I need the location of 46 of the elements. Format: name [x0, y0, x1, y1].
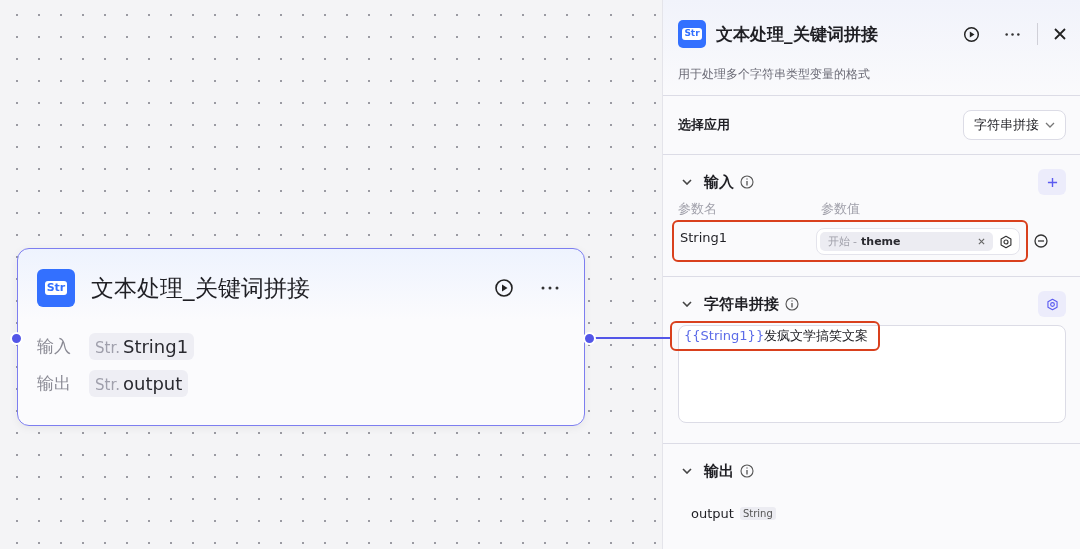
- value-field[interactable]: 开始 - theme: [815, 228, 1020, 255]
- app-select[interactable]: 字符串拼接: [963, 110, 1066, 140]
- outputs-label: 输出: [37, 372, 72, 395]
- output-name: output: [691, 506, 734, 521]
- type-label: Str.: [95, 376, 120, 394]
- plus-icon: [1046, 176, 1058, 188]
- node-title: 文本处理_关键词拼接: [91, 273, 310, 303]
- info-icon: [785, 297, 799, 311]
- chevron-icon[interactable]: [682, 301, 692, 307]
- inputs-label: 输入: [37, 335, 72, 358]
- chevron-icon[interactable]: [682, 179, 692, 185]
- settings-button[interactable]: [1038, 291, 1066, 317]
- parameter-name: String1: [680, 230, 729, 245]
- more-icon[interactable]: [540, 285, 560, 291]
- node-card[interactable]: Str 文本处理_关键词拼接 输入 Str. String1 输出 Str. output: [17, 248, 585, 426]
- template-text: {{String1}}发疯文学搞笑文案: [670, 321, 881, 351]
- remove-icon[interactable]: [1034, 234, 1048, 248]
- play-icon[interactable]: [963, 25, 980, 43]
- chevron-icon[interactable]: [682, 468, 692, 474]
- plugin-icon: Str: [678, 20, 706, 48]
- more-icon[interactable]: [1004, 31, 1021, 37]
- section-title: 输出: [704, 461, 734, 481]
- variable-name: output: [122, 373, 183, 394]
- info-icon: [740, 464, 754, 478]
- variable-name: theme: [861, 235, 901, 248]
- add-button[interactable]: [1038, 169, 1066, 195]
- info-icon: [740, 175, 754, 189]
- type-label: Str.: [95, 339, 120, 357]
- column-header: 参数名: [678, 200, 718, 218]
- column-header: 参数值: [821, 200, 860, 218]
- settings-icon[interactable]: [999, 234, 1013, 249]
- variable-name: String1: [122, 336, 189, 357]
- section-title: 输入: [704, 172, 734, 192]
- source-label: 开始 -: [827, 234, 858, 249]
- output-port[interactable]: [583, 332, 596, 345]
- type-tag: String: [739, 507, 776, 520]
- close-icon[interactable]: [1054, 28, 1066, 40]
- chevron-down-icon: [1045, 122, 1055, 128]
- clear-icon[interactable]: [978, 238, 985, 245]
- plugin-icon: Str: [37, 269, 75, 307]
- panel-title: 文本处理_关键词拼接: [716, 22, 878, 46]
- settings-icon: [1045, 297, 1059, 311]
- field-label: 选择应用: [678, 116, 730, 134]
- section-title: 字符串拼接: [704, 294, 779, 314]
- panel-description: 用于处理多个字符串类型变量的格式: [678, 66, 871, 83]
- play-icon[interactable]: [494, 278, 514, 298]
